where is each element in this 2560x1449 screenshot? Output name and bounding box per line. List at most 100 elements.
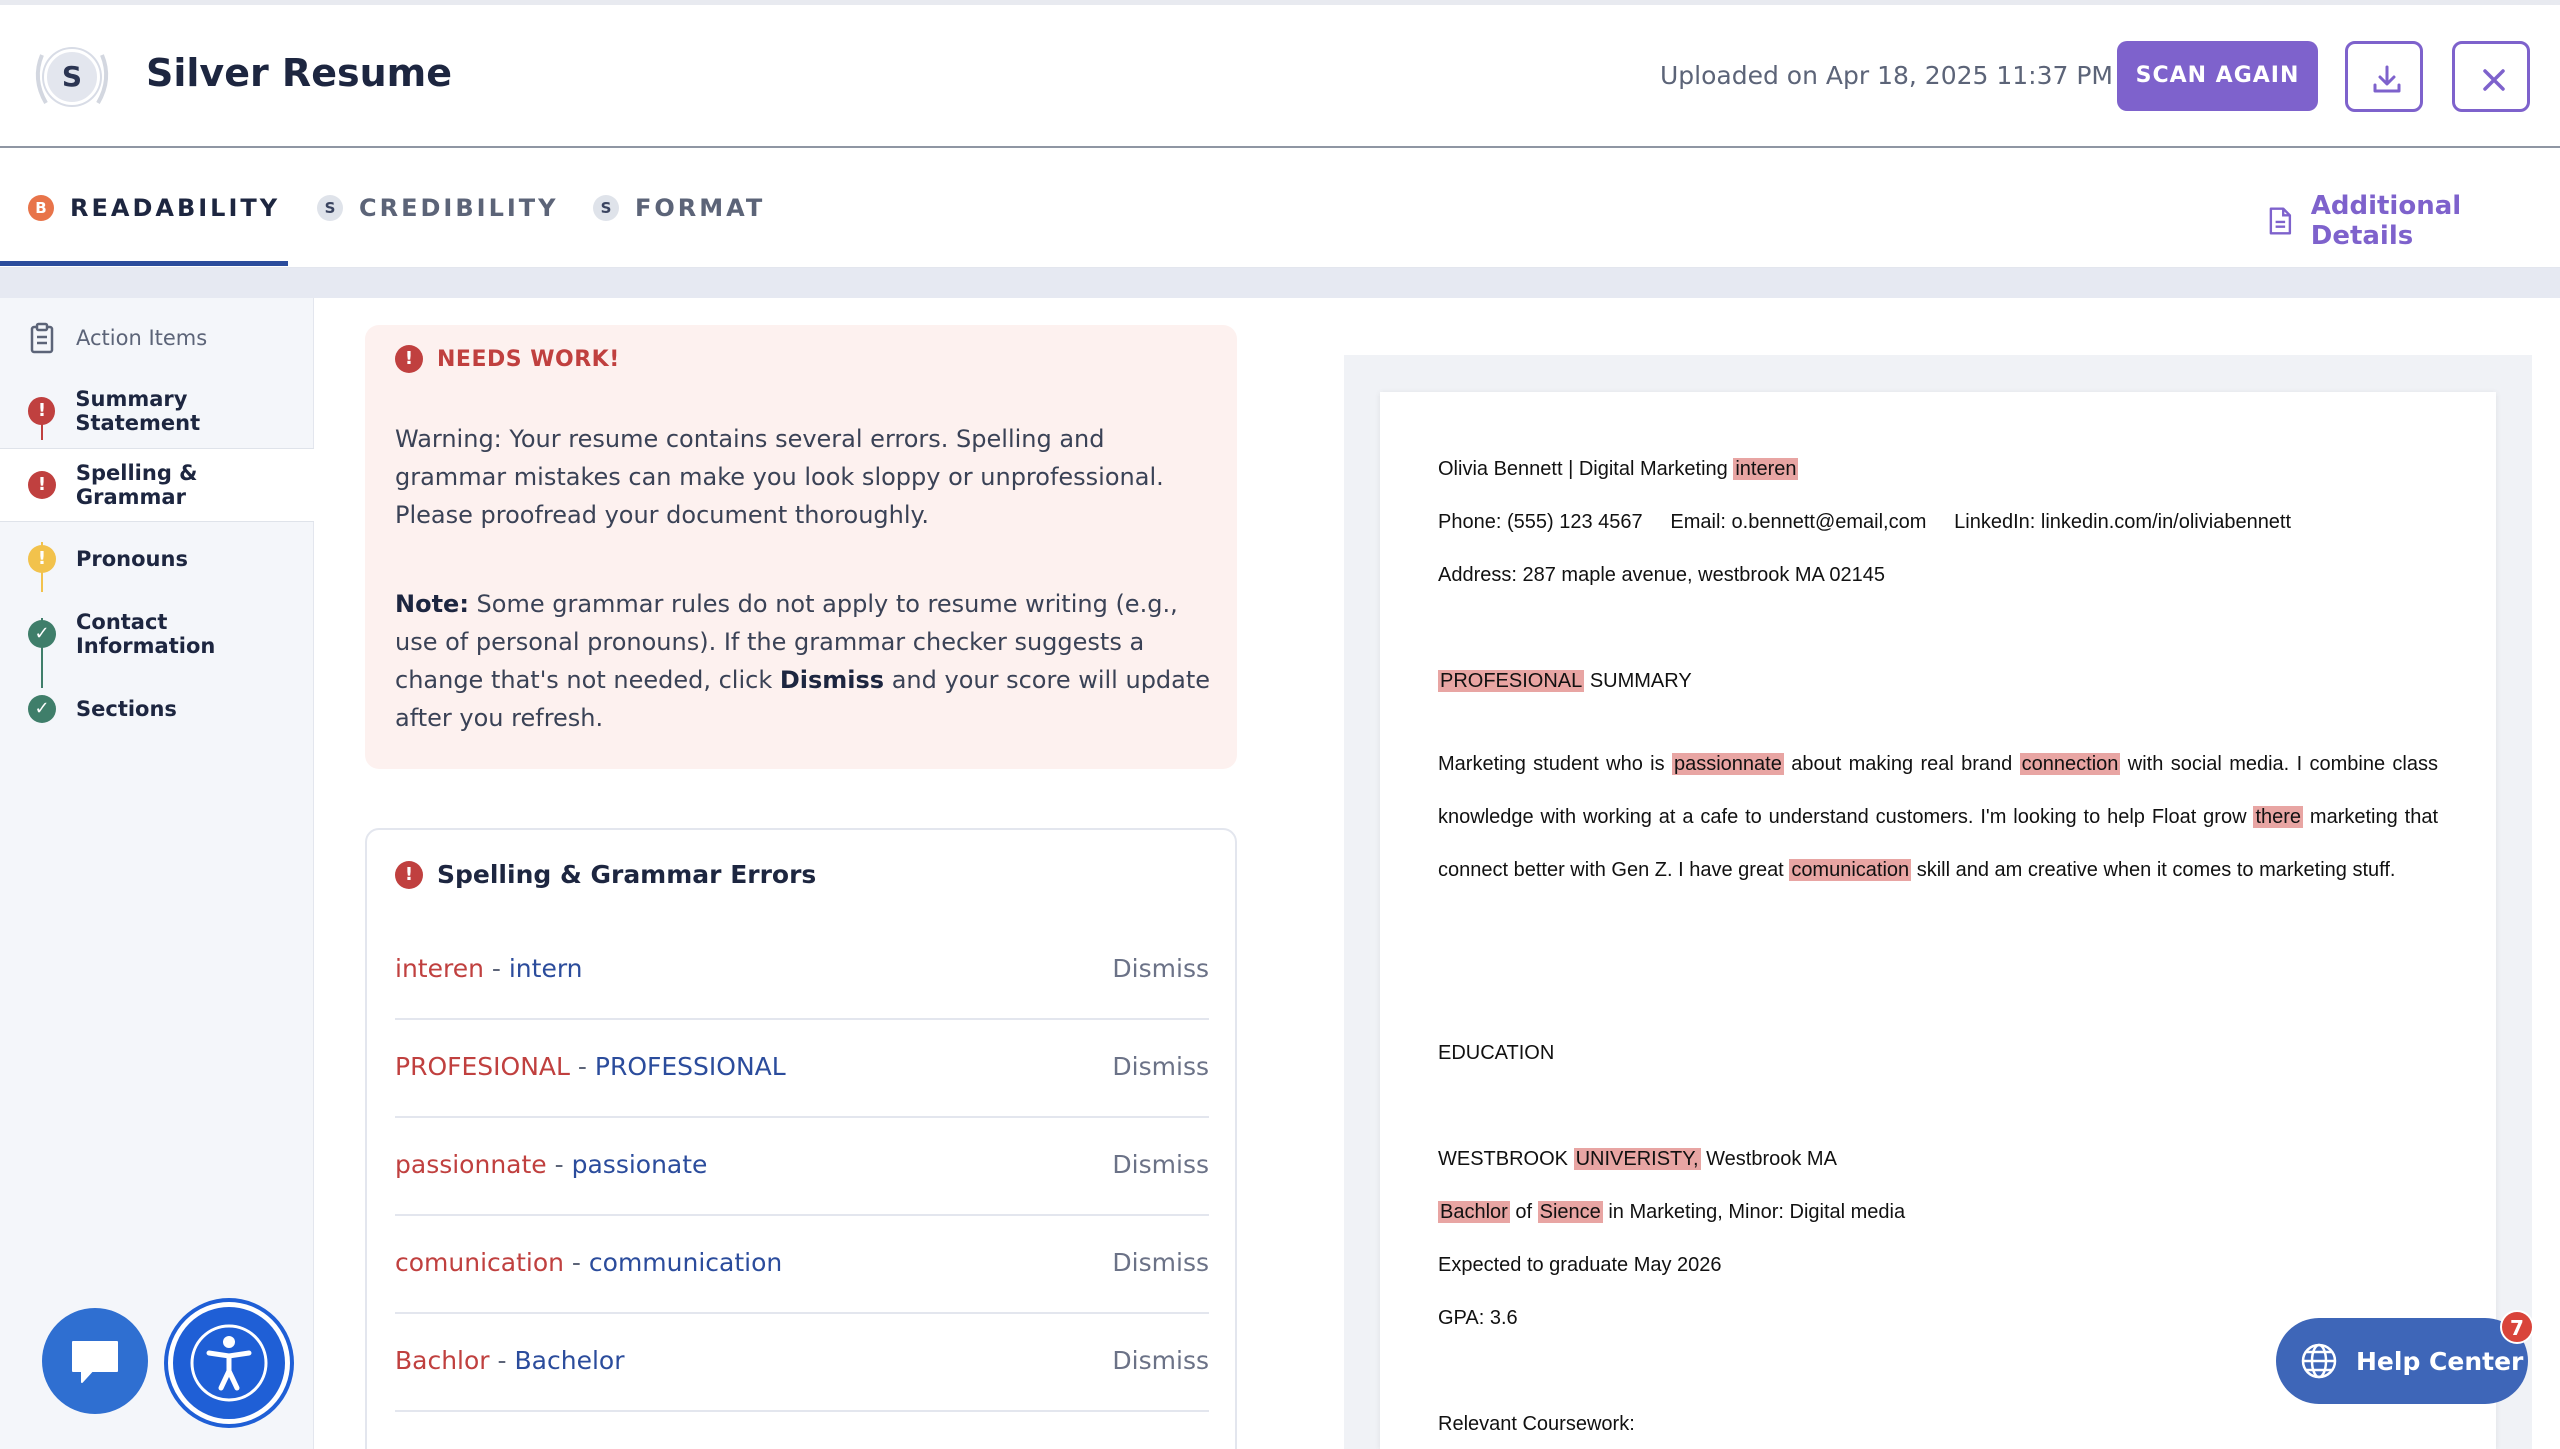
tab-credibility[interactable]: S CREDIBILITY [317,148,559,268]
sidebar-item-sections[interactable]: ✓ Sections [0,684,314,734]
tab-format[interactable]: S FORMAT [593,148,765,268]
resume-address: Address: 287 maple avenue, westbrook MA … [1438,564,1885,586]
tab-readability[interactable]: B READABILITY [28,148,280,268]
sidebar-item-label: Spelling & Grammar [75,461,198,509]
sidebar-item-summary-statement[interactable]: ! Summary Statement [0,386,314,436]
accessibility-button[interactable] [168,1302,290,1424]
download-button[interactable] [2345,41,2423,112]
resume-degree: Bachlor of Sience in Marketing, Minor: D… [1438,1201,1906,1223]
chat-button[interactable] [42,1308,148,1414]
tab-label: FORMAT [635,194,766,222]
alert-title: NEEDS WORK! [437,346,620,372]
suggested-word[interactable]: communication [589,1248,782,1277]
tab-label: CREDIBILITY [359,194,559,222]
resume-gpa: GPA: 3.6 [1438,1307,1518,1329]
highlighted-error[interactable]: connection [2019,753,2121,775]
misspelled-word: comunication [395,1248,564,1277]
header: S Silver Resume Uploaded on Apr 18, 2025… [0,5,2560,148]
dismiss-button[interactable]: Dismiss [1112,1248,1209,1277]
resume-expected: Expected to graduate May 2026 [1438,1254,1722,1276]
grade-badge: S [593,195,619,221]
misspelled-word: passionnate [395,1150,547,1179]
highlighted-error[interactable]: comunication [1789,859,1912,881]
spelling-errors-card: ! Spelling & Grammar Errors interen - in… [365,828,1237,1449]
dismiss-button[interactable]: Dismiss [1112,954,1209,983]
additional-details-label: Additional Details [2310,191,2462,251]
suggested-word[interactable]: Bachelor [515,1346,625,1375]
check-icon: ✓ [28,695,56,723]
error-row: interen - intern Dismiss [395,922,1209,1020]
page-title: Silver Resume [146,51,453,95]
clipboard-icon [30,322,54,354]
grade-badge: B [28,195,54,221]
sidebar-item-pronouns[interactable]: ! Pronouns [0,534,314,584]
document-icon [2269,207,2292,235]
error-row: passionnate - passionate Dismiss [395,1118,1209,1216]
suggested-word[interactable]: passionate [572,1150,708,1179]
suggested-word[interactable]: intern [509,954,583,983]
active-tab-indicator [0,261,288,266]
additional-details-link[interactable]: Additional Details [2268,191,2560,251]
chat-icon [72,1341,118,1383]
misspelled-word: Bachlor [395,1346,490,1375]
sidebar-item-label: Contact Information [75,610,216,658]
highlighted-error[interactable]: UNIVERISTY, [1573,1148,1701,1170]
error-icon: ! [395,345,423,373]
misspelled-word: interen [395,954,484,983]
sidebar-item-spelling-grammar[interactable]: ! Spelling & Grammar [0,448,314,522]
error-row: Bachlor - Bachelor Dismiss [395,1314,1209,1412]
tab-bar: B READABILITY S CREDIBILITY S FORMAT Add… [0,148,2560,268]
highlighted-error[interactable]: Sience [1537,1201,1603,1223]
sidebar-item-label: Sections [76,697,177,721]
suggested-word[interactable]: PROFESSIONAL [595,1052,786,1081]
dismiss-button[interactable]: Dismiss [1112,1150,1209,1179]
warning-icon: ! [28,545,56,573]
misspelled-word: PROFESIONAL [395,1052,570,1081]
sidebar-item-action-items[interactable]: Action Items [0,310,314,366]
resume-contact-line: Phone: (555) 123 4567 Email: o.bennett@e… [1438,511,2292,533]
close-icon [2483,69,2505,91]
needs-work-alert: ! NEEDS WORK! Warning: Your resume conta… [365,325,1237,769]
sidebar-item-contact-information[interactable]: ✓ Contact Information [0,609,314,659]
dismiss-button[interactable]: Dismiss [1112,1052,1209,1081]
alert-note: Note: Some grammar rules do not apply to… [395,585,1215,737]
resume-summary-paragraph: Marketing student who is passionnate abo… [1438,753,2439,881]
help-center-label: Help Center [2356,1346,2524,1376]
note-label: Note: [395,590,469,618]
resume-section-summary: PROFESIONAL SUMMARY [1438,670,1692,692]
grade-badge: S [317,195,343,221]
dismiss-button[interactable]: Dismiss [1112,1346,1209,1375]
sidebar: Action Items ! Summary Statement ! Spell… [0,298,314,1449]
scan-again-button[interactable]: SCAN AGAIN [2117,41,2318,111]
highlighted-error[interactable]: passionnate [1671,753,1784,775]
resume-name-line: Olivia Bennett | Digital Marketing inter… [1438,458,1799,480]
accessibility-icon [190,1324,268,1402]
resume-coursework: Relevant Coursework: [1438,1413,1635,1435]
close-button[interactable] [2452,41,2530,112]
highlighted-error[interactable]: PROFESIONAL [1438,670,1585,692]
note-dismiss-word: Dismiss [779,666,885,694]
alert-message: Warning: Your resume contains several er… [395,425,1164,529]
errors-title: Spelling & Grammar Errors [437,860,817,889]
globe-icon [2301,1343,2337,1379]
upload-timestamp: Uploaded on Apr 18, 2025 11:37 PM [1660,61,2113,90]
notification-badge: 7 [2500,1310,2534,1344]
resume-university: WESTBROOK UNIVERISTY, Westbrook MA [1438,1148,1837,1170]
error-row: comunication - communication Dismiss [395,1216,1209,1314]
highlighted-error[interactable]: Bachlor [1438,1201,1510,1223]
tab-label: READABILITY [70,194,281,222]
sidebar-item-label: Action Items [76,326,208,350]
highlighted-error[interactable]: there [2253,806,2304,828]
highlighted-error[interactable]: interen [1733,458,1799,480]
check-icon: ✓ [28,620,56,648]
error-icon: ! [28,471,56,499]
help-center-button[interactable]: Help Center [2276,1318,2528,1404]
download-icon [2373,65,2401,93]
section-divider [0,268,2560,298]
error-row: PROFESIONAL - PROFESSIONAL Dismiss [395,1020,1209,1118]
logo-letter: S [44,49,100,105]
error-icon: ! [28,397,56,425]
resume-section-education: EDUCATION [1438,1042,1555,1064]
sidebar-item-label: Summary Statement [75,387,201,435]
error-icon: ! [395,860,423,889]
